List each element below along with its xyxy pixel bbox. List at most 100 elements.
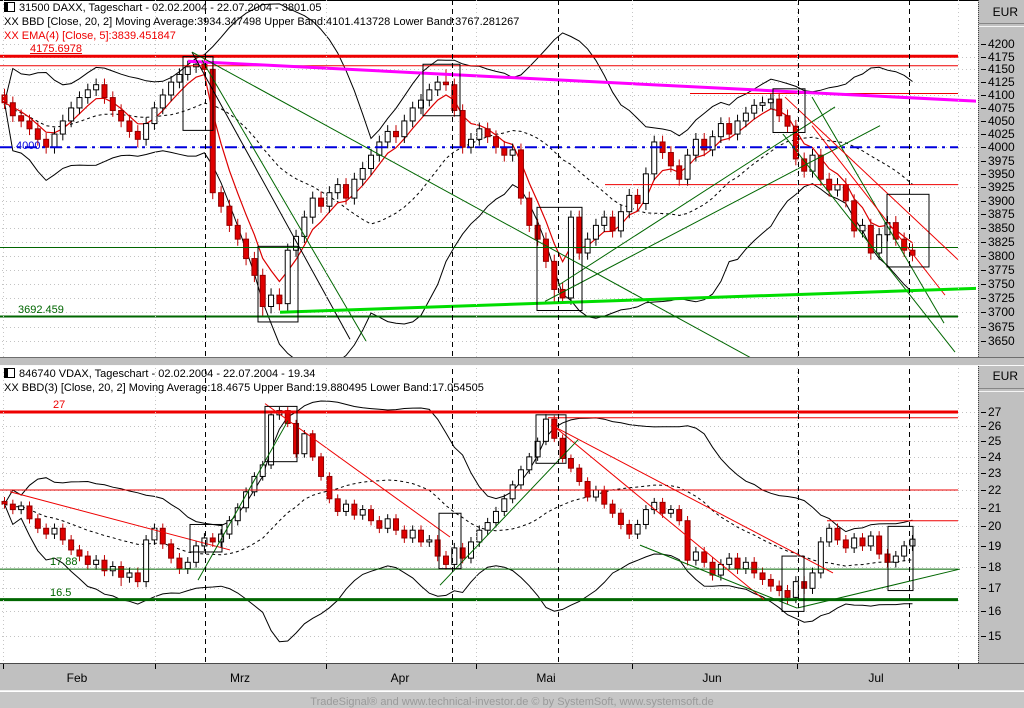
axis-tick-mark bbox=[981, 546, 986, 547]
axis-tick-label: 3750 bbox=[988, 277, 1015, 291]
axis-tick-label: 3725 bbox=[988, 291, 1015, 305]
axis-tick-label: 19 bbox=[988, 539, 1002, 553]
axis-tick-mark bbox=[981, 108, 986, 109]
branding-text: TradeSignal® and www.technical-investor.… bbox=[310, 696, 714, 708]
axis-tick-mark bbox=[981, 457, 986, 458]
price-level-label: 3692.459 bbox=[18, 303, 64, 316]
axis-tick-mark bbox=[981, 44, 986, 45]
axis-separator bbox=[979, 388, 1024, 392]
axis-tick-mark bbox=[981, 298, 986, 299]
axis-tick-mark bbox=[981, 270, 986, 271]
month-tick-mark bbox=[476, 664, 477, 669]
axis-tick-mark bbox=[981, 228, 986, 229]
month-tick-mark bbox=[3, 664, 4, 669]
axis-tick-mark bbox=[981, 214, 986, 215]
axis-tick-label: 25 bbox=[988, 434, 1002, 448]
axis-tick-mark bbox=[981, 426, 986, 427]
trading-app-window: 31500 DAXX, Tageschart - 02.02.2004 - 22… bbox=[0, 0, 1024, 708]
month-label-feb: Feb bbox=[66, 671, 88, 685]
price-axis[interactable]: EUR EUR 4200 4175 4150 4125 4100 4075 4050 4025… bbox=[978, 0, 1024, 663]
axis-tick-label: 18 bbox=[988, 560, 1002, 574]
price-level-label: 16.5 bbox=[50, 586, 72, 599]
axis-tick-label: 3900 bbox=[988, 194, 1015, 208]
axis-tick-label: 4100 bbox=[988, 88, 1015, 102]
axis-tick-mark bbox=[981, 201, 986, 202]
axis-tick-mark bbox=[981, 312, 986, 313]
currency-label-top: EUR bbox=[992, 5, 1018, 19]
axis-tick-mark bbox=[981, 490, 986, 491]
price-level-label: 17.88 bbox=[50, 556, 78, 569]
time-axis[interactable]: Feb Mrz Apr Mai Jun Jul bbox=[0, 663, 1024, 691]
axis-tick-mark bbox=[981, 187, 986, 188]
price-level-label: 4000 bbox=[16, 140, 41, 153]
axis-tick-label: 15 bbox=[988, 629, 1002, 643]
month-tick-mark bbox=[797, 664, 798, 669]
axis-tick-label: 4000 bbox=[988, 140, 1015, 154]
axis-tick-label: 3700 bbox=[988, 305, 1015, 319]
axis-tick-mark bbox=[981, 441, 986, 442]
axis-tick-mark bbox=[981, 69, 986, 70]
axis-tick-label: 3675 bbox=[988, 320, 1015, 334]
axis-tick-label: 3775 bbox=[988, 263, 1015, 277]
axis-tick-mark bbox=[981, 284, 986, 285]
axis-tick-mark bbox=[981, 95, 986, 96]
month-label-jul: Jul bbox=[868, 671, 884, 685]
axis-tick-mark bbox=[981, 82, 986, 83]
axis-tick-label: 22 bbox=[988, 483, 1002, 497]
axis-tick-mark bbox=[981, 327, 986, 328]
panel-window-icon[interactable] bbox=[4, 368, 15, 378]
price-level-label: 27 bbox=[53, 399, 66, 411]
axis-tick-mark bbox=[981, 256, 986, 257]
axis-tick-label: 3950 bbox=[988, 167, 1015, 181]
vdax-panel-plot-area[interactable] bbox=[0, 366, 978, 663]
axis-tick-mark bbox=[981, 412, 986, 413]
axis-tick-label: 26 bbox=[988, 419, 1002, 433]
axis-tick-mark bbox=[981, 636, 986, 637]
month-label-jun: Jun bbox=[702, 671, 722, 685]
axis-tick-mark bbox=[981, 174, 986, 175]
axis-tick-label: 27 bbox=[988, 405, 1002, 419]
axis-tick-mark bbox=[981, 473, 986, 474]
vdax-panel-title: 846740 VDAX, Tageschart - 02.02.2004 - 2… bbox=[4, 368, 315, 380]
axis-tick-label: 4125 bbox=[988, 75, 1015, 89]
panel-window-icon[interactable] bbox=[4, 2, 15, 12]
axis-tick-mark bbox=[981, 161, 986, 162]
month-label-mrz: Mrz bbox=[230, 671, 250, 685]
axis-tick-label: 17 bbox=[988, 581, 1002, 595]
axis-tick-label: 20 bbox=[988, 519, 1002, 533]
axis-tick-label: 3875 bbox=[988, 207, 1015, 221]
axis-tick-mark bbox=[981, 567, 986, 568]
dax-panel-plot-area[interactable] bbox=[0, 0, 978, 357]
axis-tick-label: 3800 bbox=[988, 249, 1015, 263]
axis-tick-label: 4025 bbox=[988, 127, 1015, 141]
month-label-apr: Apr bbox=[390, 671, 410, 685]
axis-tick-mark bbox=[981, 508, 986, 509]
axis-tick-label: 4200 bbox=[988, 37, 1015, 51]
axis-tick-label: 16 bbox=[988, 604, 1002, 618]
axis-tick-label: 23 bbox=[988, 466, 1002, 480]
month-tick-mark bbox=[958, 664, 959, 669]
axis-tick-label: 24 bbox=[988, 450, 1002, 464]
price-level-label: 4175.6978 bbox=[30, 43, 82, 56]
axis-tick-label: 3925 bbox=[988, 180, 1015, 194]
axis-tick-label: 3825 bbox=[988, 235, 1015, 249]
axis-tick-label: 3850 bbox=[988, 221, 1015, 235]
month-tick-mark bbox=[155, 664, 156, 669]
dax-panel-title: 31500 DAXX, Tageschart - 02.02.2004 - 22… bbox=[4, 2, 322, 14]
axis-tick-mark bbox=[981, 588, 986, 589]
axis-tick-mark bbox=[981, 242, 986, 243]
dax-bollinger-legend: XX BBD [Close, 20, 2] Moving Average:393… bbox=[4, 16, 520, 28]
axis-tick-label: 3650 bbox=[988, 334, 1015, 348]
axis-tick-mark bbox=[981, 57, 986, 58]
month-tick-mark bbox=[326, 664, 327, 669]
axis-tick-mark bbox=[981, 121, 986, 122]
status-bar: TradeSignal® and www.technical-investor.… bbox=[0, 691, 1024, 708]
axis-tick-mark bbox=[981, 611, 986, 612]
axis-separator bbox=[979, 23, 1024, 27]
panel-splitter[interactable] bbox=[0, 357, 1024, 366]
dax-ema-legend: XX EMA(4) [Close, 5]:3839.451847 bbox=[4, 30, 176, 42]
axis-tick-mark bbox=[981, 147, 986, 148]
vdax-bollinger-legend: XX BBD(3) [Close, 20, 2] Moving Average:… bbox=[4, 382, 484, 394]
axis-tick-mark bbox=[981, 134, 986, 135]
axis-tick-mark bbox=[981, 526, 986, 527]
